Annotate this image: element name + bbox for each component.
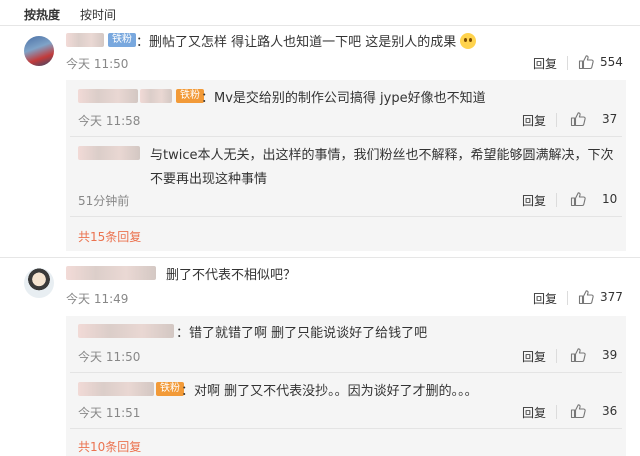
comment-time: 今天 11:50	[66, 57, 129, 71]
thumbs-up-icon	[578, 55, 594, 70]
comment-time: 今天 11:49	[66, 292, 129, 306]
like-count: 554	[600, 55, 623, 69]
divider	[70, 216, 622, 217]
fan-badge: 铁粉	[156, 382, 184, 396]
reply-time: 今天 11:51	[78, 406, 141, 420]
avatar[interactable]	[24, 268, 54, 298]
blurred-username[interactable]	[140, 89, 172, 103]
like-count: 36	[602, 404, 618, 418]
more-replies-link[interactable]: 共10条回复	[78, 438, 141, 455]
like-count: 39	[602, 348, 618, 362]
thumbs-up-icon	[570, 348, 586, 363]
sort-bar: 按热度 按时间	[24, 4, 116, 24]
reply-button[interactable]: 回复	[533, 290, 557, 307]
divider	[70, 428, 622, 429]
like-count: 10	[602, 192, 618, 206]
comment-text: ：删帖了又怎样 得让路人也知道一下吧 这是别人的成果	[136, 31, 477, 50]
thumbs-up-icon	[578, 290, 594, 305]
blurred-username[interactable]	[78, 146, 140, 160]
divider	[70, 372, 622, 373]
reply-time: 51分钟前	[78, 194, 130, 208]
reply-text: ：对啊 删了又不代表没抄。。因为谈好了才删的。。。	[181, 384, 478, 399]
like-button[interactable]: 36	[570, 403, 617, 419]
divider	[556, 349, 557, 363]
reply-text: ：Mv是交给别的制作公司搞得 jype好像也不知道	[201, 91, 486, 106]
like-count: 37	[602, 112, 618, 126]
blurred-username[interactable]	[78, 382, 154, 396]
divider	[0, 257, 640, 258]
comment-text-content: ：删帖了又怎样 得让路人也知道一下吧 这是别人的成果	[136, 35, 457, 50]
like-button[interactable]: 377	[578, 289, 623, 305]
fan-badge: 铁粉	[108, 33, 136, 47]
thumbs-up-icon	[570, 112, 586, 127]
reply-time: 今天 11:50	[78, 350, 141, 364]
like-button[interactable]: 10	[570, 191, 617, 207]
like-button[interactable]: 37	[570, 111, 617, 127]
blurred-username[interactable]	[66, 33, 104, 47]
divider	[70, 136, 622, 137]
fan-badge: 铁粉	[176, 89, 204, 103]
divider	[556, 113, 557, 127]
reply-button[interactable]: 回复	[522, 348, 546, 365]
sort-by-hot-tab[interactable]: 按热度	[24, 6, 60, 23]
avatar[interactable]	[24, 36, 54, 66]
reply-button[interactable]: 回复	[522, 112, 546, 129]
divider	[556, 193, 557, 207]
comment-text: 删了不代表不相似吧？	[166, 268, 297, 283]
divider	[567, 56, 568, 70]
blush-emoji-icon	[460, 33, 477, 49]
divider	[567, 291, 568, 305]
like-button[interactable]: 554	[578, 54, 623, 70]
reply-text: ：错了就错了啊 删了只能说谈好了给钱了吧	[176, 326, 428, 341]
thumbs-up-icon	[570, 192, 586, 207]
sort-by-time-tab[interactable]: 按时间	[80, 6, 116, 23]
reply-time: 今天 11:58	[78, 114, 141, 128]
reply-text: 与twice本人无关，出这样的事情，我们粉丝也不解释，希望能够圆满解决，下次不要…	[150, 144, 620, 192]
reply-button[interactable]: 回复	[533, 55, 557, 72]
divider	[0, 25, 640, 26]
like-count: 377	[600, 290, 623, 304]
reply-button[interactable]: 回复	[522, 404, 546, 421]
divider	[556, 405, 557, 419]
thumbs-up-icon	[570, 404, 586, 419]
blurred-username[interactable]	[66, 266, 156, 280]
like-button[interactable]: 39	[570, 347, 617, 363]
reply-button[interactable]: 回复	[522, 192, 546, 209]
reply-text-content: 与twice本人无关，出这样的事情，我们粉丝也不解释，希望能够圆满解决，下次不要…	[150, 148, 614, 187]
more-replies-link[interactable]: 共15条回复	[78, 228, 141, 245]
blurred-username[interactable]	[78, 324, 174, 338]
blurred-username[interactable]	[78, 89, 138, 103]
